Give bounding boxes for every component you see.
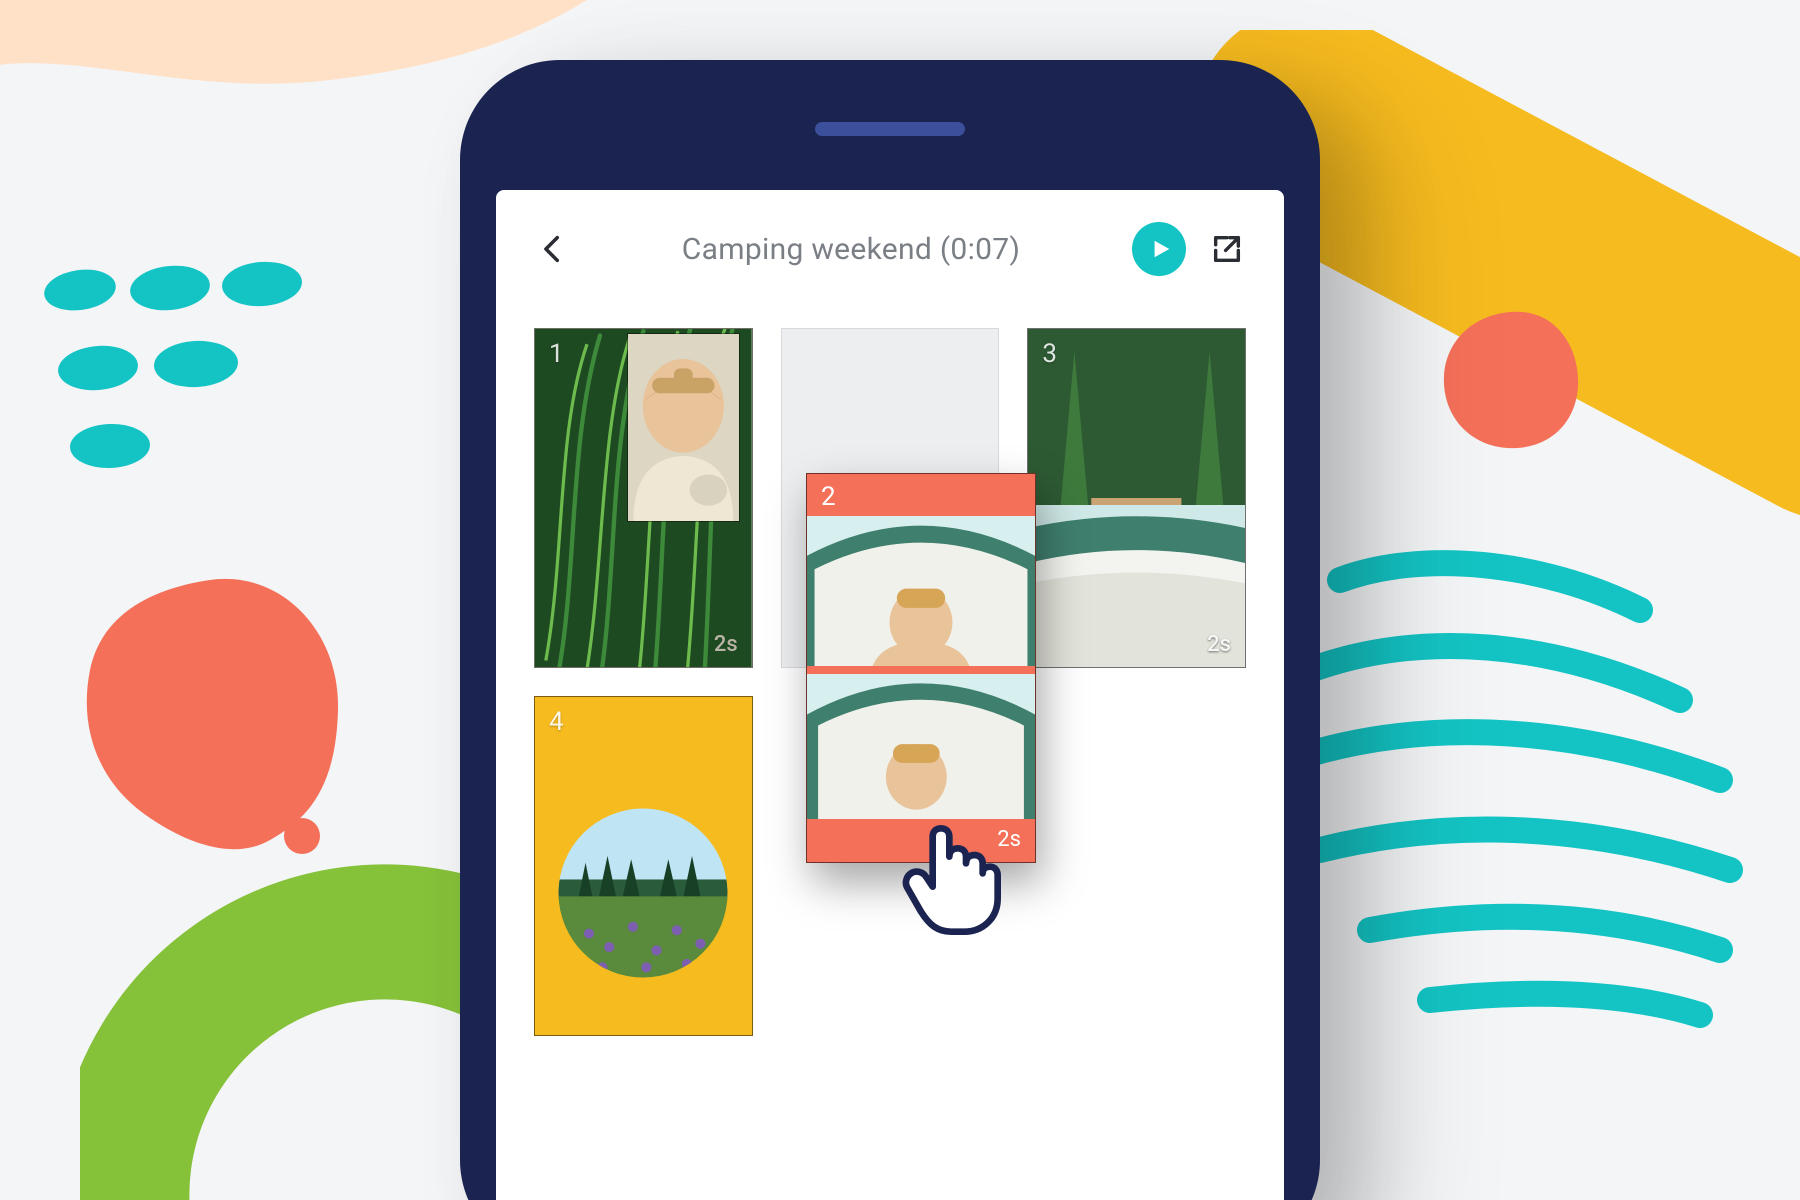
app-header: Camping weekend (0:07) [496,190,1284,300]
phone-frame: Camping weekend (0:07) [460,60,1320,1200]
play-icon [1150,238,1172,260]
project-title: Camping weekend (0:07) [594,232,1108,267]
slide-duration: 2s [1207,632,1231,657]
bg-dabs-teal [40,260,420,480]
share-external-icon [1210,232,1244,266]
photo-tent-b [807,674,1035,819]
share-button[interactable] [1210,232,1244,266]
slide-index: 1 [549,339,564,369]
drag-hand-cursor-icon [896,815,1006,935]
slide-index: 3 [1042,339,1057,369]
slide-index: 4 [549,707,564,737]
photo-tent-a [807,516,1035,666]
bg-blob-coral-left [60,560,360,860]
slide-card-4[interactable]: 4 [534,696,753,1036]
slide-card-2-dragging[interactable]: 2 2 [806,473,1036,863]
slides-grid: 1 2s [496,300,1284,1064]
photo-meadow-circle [559,809,728,978]
slide-duration: 2s [714,632,738,657]
photo-portrait [627,333,740,522]
slide-index: 2 [821,482,836,512]
slide-card-3[interactable]: 3 2s [1027,328,1246,668]
slide-card-1[interactable]: 1 2s [534,328,753,668]
bg-dot-coral [1430,300,1590,460]
back-button[interactable] [536,232,570,266]
phone-screen: Camping weekend (0:07) [496,190,1284,1200]
promo-stage: Camping weekend (0:07) [0,0,1800,1200]
play-button[interactable] [1132,222,1186,276]
back-chevron-icon [536,232,570,266]
